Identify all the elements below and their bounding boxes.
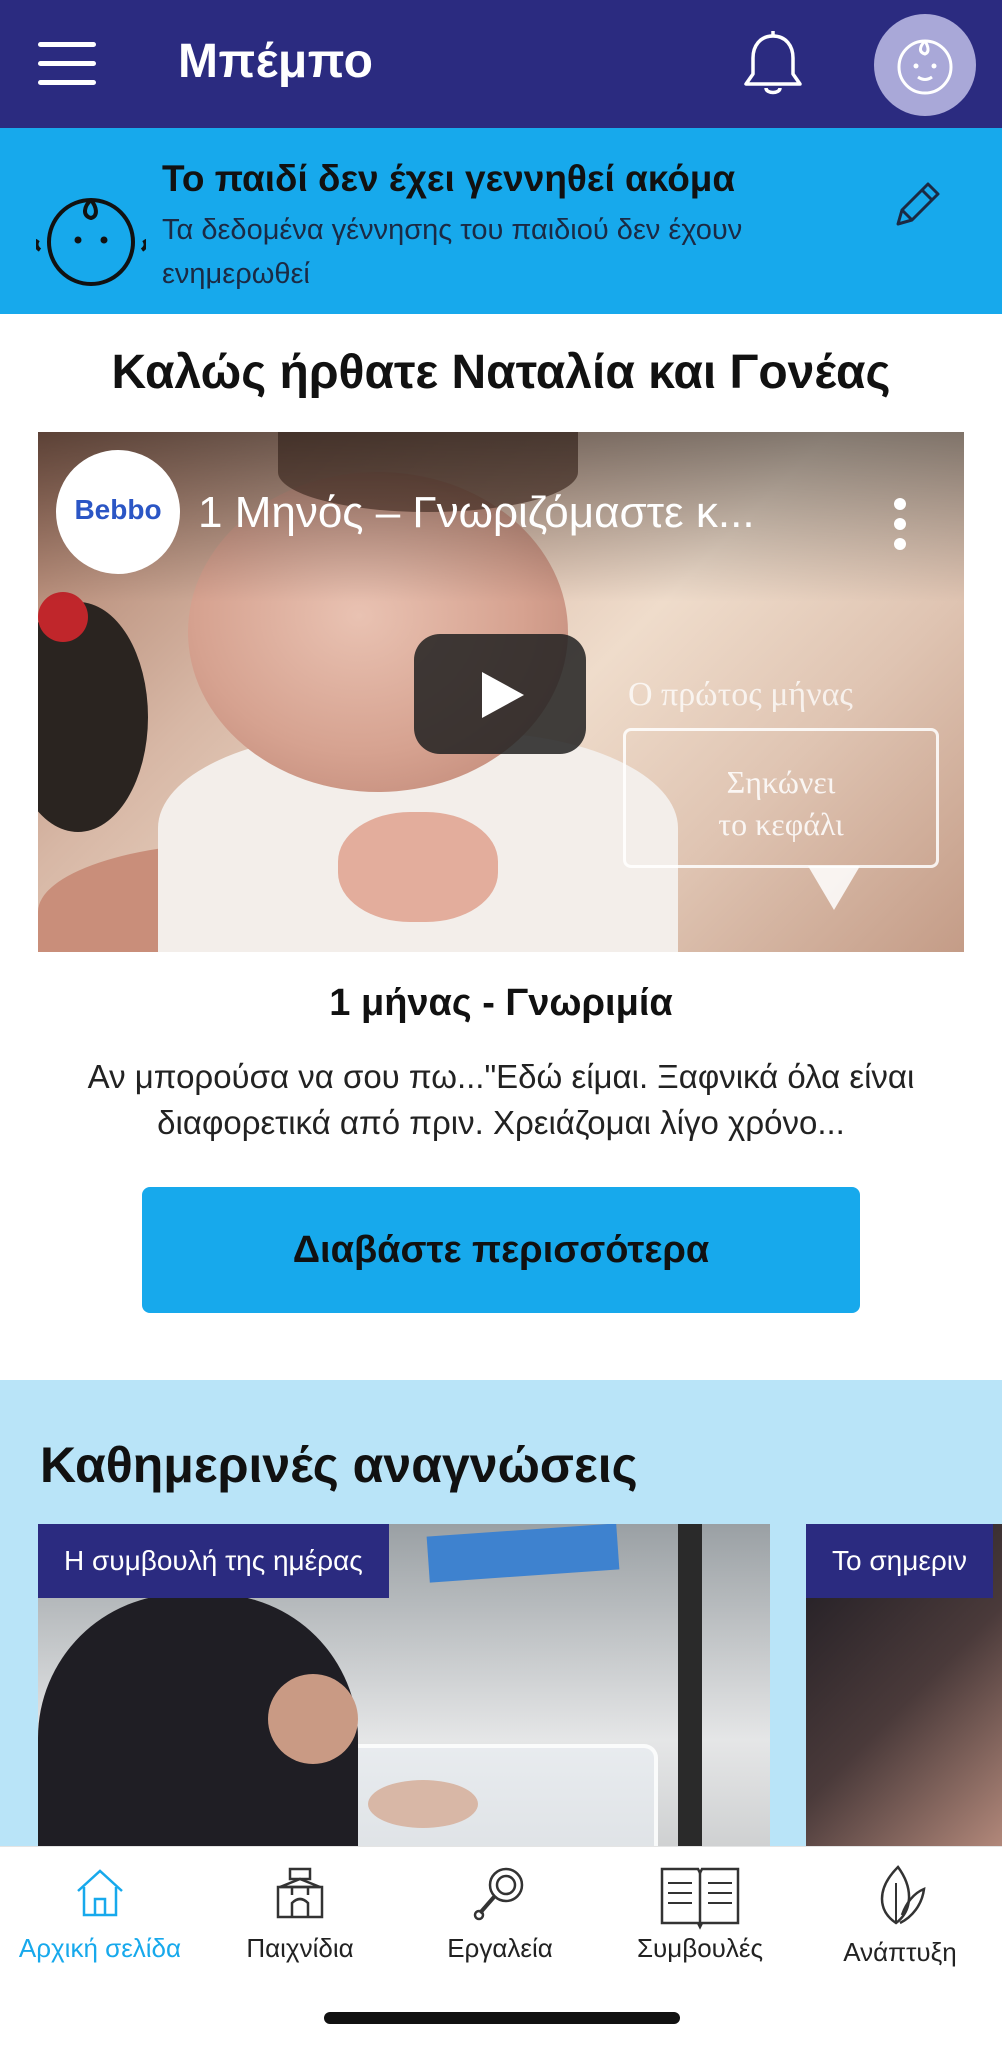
more-options-icon[interactable] [890,498,910,550]
banner-subtitle: Τα δεδομένα γέννησης του παιδιού δεν έχο… [162,214,743,290]
play-icon [482,672,524,718]
video-speech-bubble: Σηκώνει το κεφάλι [623,728,939,868]
nav-label: Αρχική σελίδα [18,1933,182,1963]
bell-icon[interactable] [742,30,804,100]
video-title[interactable]: 1 Μηνός – Γνωριζόμαστε κ... [198,488,858,538]
nav-tips[interactable]: Συμβουλές [600,1865,800,1964]
app-header: Μπέμπο [0,0,1002,128]
play-button[interactable] [414,634,586,754]
nav-tools[interactable]: Εργαλεία [400,1865,600,1964]
bubble-line-2: το κεφάλι [718,806,844,842]
toy-blocks-icon [276,1867,324,1919]
todays-activity-card[interactable]: Το σημεριν [806,1524,1002,1884]
nav-games[interactable]: Παιχνίδια [200,1865,400,1964]
app-title: Μπέμπο [178,35,374,88]
profile-avatar[interactable] [874,14,976,116]
baby-status-banner[interactable]: Το παιδί δεν έχει γεννηθεί ακόμα Τα δεδο… [0,128,1002,314]
home-indicator[interactable] [324,2012,680,2024]
open-book-icon [660,1867,740,1930]
article-description: Αν μπορούσα να σου πω..."Εδώ είμαι. Ξαφν… [87,1058,915,1141]
nav-label: Παιχνίδια [246,1933,354,1963]
hamburger-menu-icon[interactable] [38,42,98,86]
channel-logo-text: Bebbo [74,494,162,525]
read-more-button[interactable]: Διαβάστε περισσότερα [142,1187,860,1313]
edit-pencil-icon[interactable] [888,178,944,234]
channel-logo[interactable]: Bebbo [56,450,180,574]
video-overlay-caption: Ο πρώτος μήνας [628,676,853,713]
leaf-icon [880,1865,926,1925]
bubble-line-1: Σηκώνει [726,764,836,800]
nav-development[interactable]: Ανάπτυξη [800,1865,1000,1968]
card-label: Το σημεριν [806,1524,993,1598]
nav-label: Ανάπτυξη [843,1937,957,1967]
nav-label: Συμβουλές [636,1933,764,1963]
welcome-heading: Καλώς ήρθατε Ναταλία και Γονέας [111,346,891,399]
tip-of-the-day-card[interactable]: Η συμβουλή της ημέρας [38,1524,770,1884]
baby-face-icon [36,198,146,286]
baby-face-icon [897,39,953,95]
nav-label: Εργαλεία [447,1933,553,1963]
banner-title: Το παιδί δεν έχει γεννηθεί ακόμα [162,158,736,199]
article-title: 1 μήνας - Γνωριμία [329,982,673,1024]
nav-home[interactable]: Αρχική σελίδα [0,1865,200,1964]
daily-readings-title: Καθημερινές αναγνώσεις [40,1437,638,1493]
home-icon [77,1869,123,1917]
rattle-icon [473,1867,524,1921]
video-player[interactable]: Bebbo 1 Μηνός – Γνωριζόμαστε κ... Ο πρώτ… [38,432,964,952]
card-label: Η συμβουλή της ημέρας [38,1524,389,1598]
